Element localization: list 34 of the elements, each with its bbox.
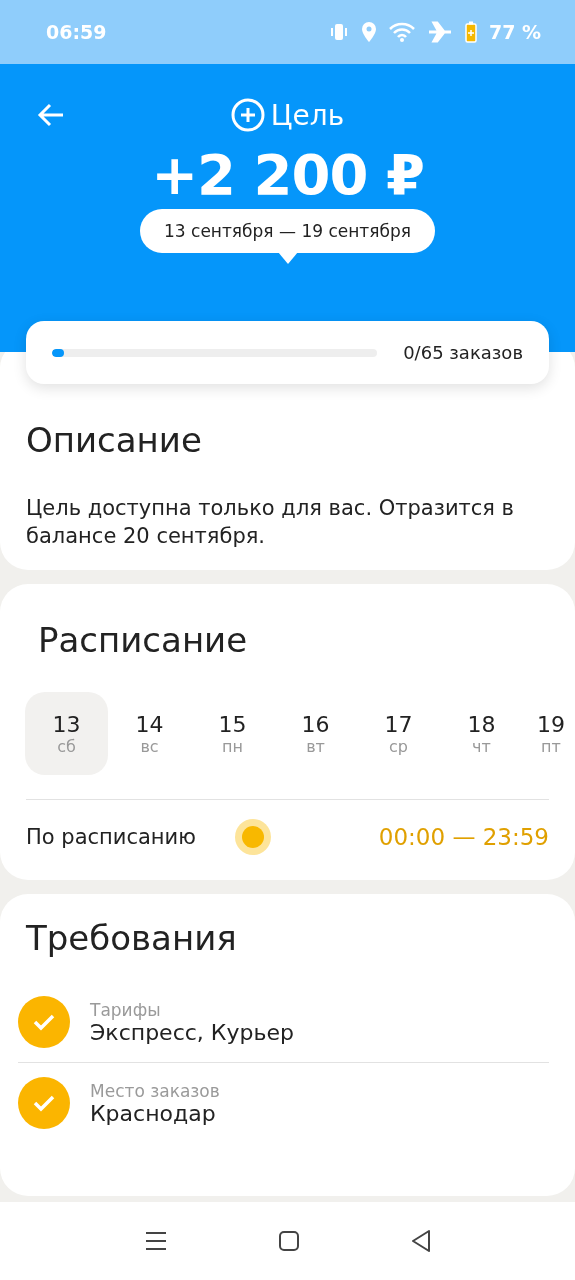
airplane-icon	[426, 21, 453, 43]
day-tab[interactable]: 13 сб	[25, 692, 108, 775]
plus-circle-icon	[230, 98, 265, 132]
page-title: Цель	[270, 98, 345, 132]
day-tab[interactable]: 15 пн	[191, 692, 274, 775]
day-tab[interactable]: 14 вс	[108, 692, 191, 775]
battery-icon	[464, 21, 477, 43]
reward-amount: +2 200 ₽	[151, 142, 424, 207]
vibrate-icon	[328, 22, 349, 42]
clock: 06:59	[46, 21, 107, 43]
section-title: Требования	[26, 918, 238, 958]
battery-percent: 77 %	[488, 21, 541, 43]
period-pill: 13 сентября — 19 сентября	[140, 209, 435, 253]
section-title: Расписание	[37, 620, 249, 660]
day-tab[interactable]: 17 ср	[357, 692, 440, 775]
day-tab[interactable]: 18 чт	[440, 692, 523, 775]
requirement-label: Тарифы	[90, 999, 162, 1020]
day-tab[interactable]: 16 вт	[274, 692, 357, 775]
description-text: Цель доступна только для вас. Отразится в балансе 20 сентября.	[26, 495, 515, 550]
back-triangle-icon[interactable]	[409, 1229, 432, 1253]
requirement-value: Краснодар	[90, 1100, 217, 1126]
sun-icon	[233, 818, 272, 856]
pill-pointer-icon	[277, 252, 298, 264]
location-icon	[360, 22, 377, 42]
order-count: 0/65 заказов	[403, 342, 523, 363]
home-square-icon[interactable]	[277, 1230, 300, 1252]
wifi-icon	[388, 22, 415, 42]
schedule-label: По расписанию	[26, 825, 196, 849]
day-tab[interactable]: 19 пт	[523, 692, 575, 775]
menu-icon[interactable]	[143, 1230, 168, 1252]
section-title: Описание	[26, 420, 203, 460]
requirement-label: Место заказов	[90, 1080, 220, 1101]
requirement-value: Экспресс, Курьер	[90, 1019, 294, 1045]
schedule-hours: 00:00 — 23:59	[378, 824, 549, 850]
